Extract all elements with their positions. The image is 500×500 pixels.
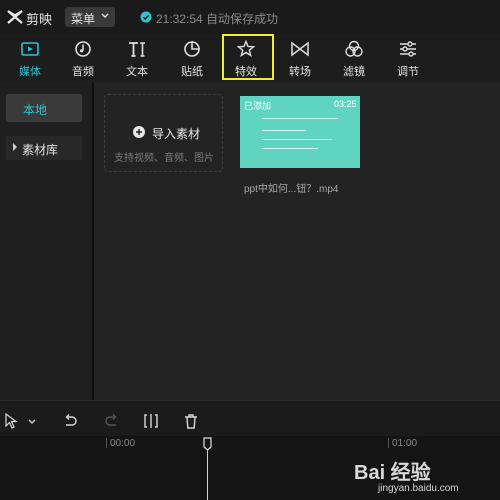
playhead-line[interactable] — [207, 445, 208, 500]
text-icon — [129, 42, 145, 57]
tab-audio[interactable]: 音频 — [63, 34, 103, 80]
app-name: 剪映 — [26, 12, 53, 27]
thumbnail-text-line — [262, 130, 306, 131]
timeline-tick — [388, 438, 389, 448]
baidu-jingyan-watermark: Bai 经验 — [354, 456, 464, 484]
tab-sticker-label: 贴纸 — [181, 66, 203, 78]
sidebar-item-label: 素材库 — [22, 143, 59, 157]
sidebar-item-library[interactable]: 素材库 — [6, 136, 82, 160]
watermark-url: jingyan.baidu.com — [378, 483, 459, 494]
jianying-logo-icon — [7, 10, 23, 24]
tab-adjust[interactable]: 调节 — [388, 34, 428, 80]
autosave-status: 21:32:54 自动保存成功 — [156, 12, 279, 26]
adjust-icon — [400, 41, 416, 57]
sidebar-item-local[interactable]: 本地 — [6, 94, 82, 122]
tab-sticker[interactable]: 贴纸 — [172, 34, 212, 80]
effects-highlight-box — [222, 34, 274, 80]
tab-adjust-label: 调节 — [397, 66, 419, 78]
media-icon — [21, 42, 39, 56]
timeline-tick-label: 00:00 — [110, 438, 136, 449]
thumbnail-text-line — [262, 139, 332, 140]
redo-icon[interactable] — [104, 413, 120, 429]
tab-transition-label: 转场 — [289, 66, 311, 78]
menu-button-label: 菜单 — [71, 12, 96, 26]
watermark-brand: Bai 经验 — [354, 462, 431, 484]
timeline-tick — [106, 438, 107, 448]
menu-button[interactable]: 菜单 — [65, 7, 115, 27]
tab-filter[interactable]: 滤镜 — [334, 34, 374, 80]
tab-media-label: 媒体 — [19, 66, 41, 78]
tab-audio-label: 音频 — [72, 66, 94, 78]
tab-text[interactable]: 文本 — [117, 34, 157, 80]
delete-icon[interactable] — [183, 413, 199, 429]
playhead-handle[interactable] — [203, 437, 212, 451]
filter-icon — [345, 40, 363, 57]
clip-duration: 03:25 — [334, 99, 357, 109]
tab-filter-label: 滤镜 — [343, 66, 365, 78]
tab-transition[interactable]: 转场 — [280, 34, 320, 80]
plus-icon — [133, 126, 145, 138]
sticker-icon — [184, 41, 200, 57]
chevron-right-icon — [13, 143, 17, 151]
tab-media[interactable]: 媒体 — [10, 34, 50, 80]
cursor-select-icon[interactable] — [4, 413, 20, 429]
audio-icon — [75, 41, 91, 57]
timeline-tick-label: 01:00 — [392, 438, 418, 449]
chevron-down-icon — [101, 13, 109, 18]
clip-filename: ppt中如何...钮？.mp4 — [244, 184, 339, 195]
sidebar-item-label: 本地 — [23, 103, 48, 117]
chevron-down-icon[interactable] — [26, 413, 38, 429]
split-icon[interactable] — [143, 413, 159, 429]
check-circle-icon — [140, 11, 152, 23]
thumbnail-text-line — [262, 118, 338, 119]
clip-added-badge: 已添加 — [244, 101, 272, 111]
transition-icon — [291, 41, 309, 57]
sidebar — [0, 82, 92, 400]
tab-text-label: 文本 — [126, 66, 148, 78]
import-media-label: 导入素材 — [152, 127, 201, 141]
import-media-hint: 支持视频、音频、图片 — [114, 153, 214, 164]
undo-icon[interactable] — [62, 413, 78, 429]
thumbnail-text-line — [262, 148, 318, 149]
